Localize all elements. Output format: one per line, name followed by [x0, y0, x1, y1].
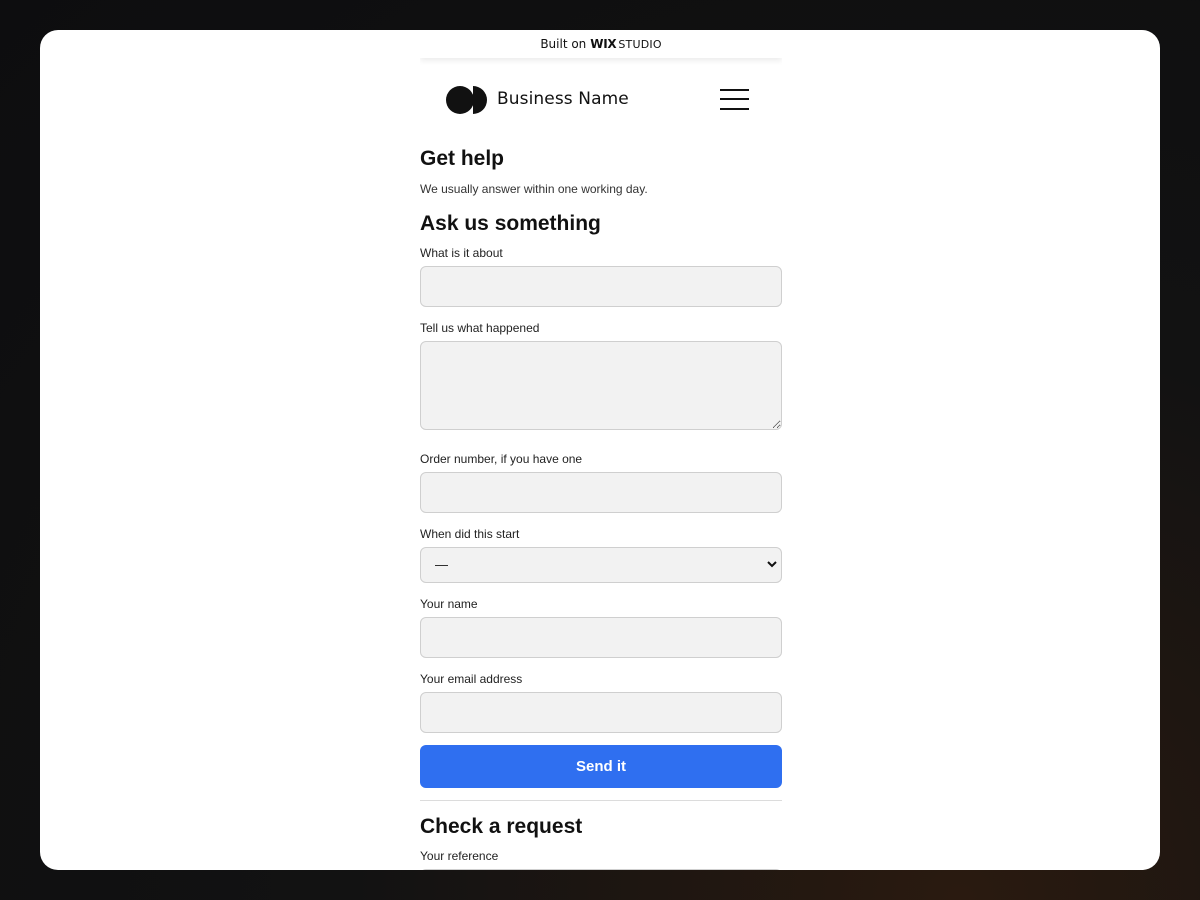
send-button[interactable]: Send it	[420, 745, 782, 788]
happened-label: Tell us what happened	[420, 321, 540, 335]
order-number-input[interactable]	[420, 472, 782, 513]
page-title: Get help	[420, 147, 505, 170]
check-request-heading: Check a request	[420, 815, 583, 838]
wix-logo-studio: STUDIO	[618, 37, 662, 51]
about-input[interactable]	[420, 266, 782, 307]
menu-line	[720, 89, 749, 91]
wix-banner-prefix: Built on	[540, 37, 587, 51]
ask-form-heading: Ask us something	[420, 212, 601, 235]
ask-form: What is it about Tell us what happened O…	[420, 245, 782, 788]
reference-label: Your reference	[420, 849, 499, 863]
menu-line	[720, 98, 749, 100]
browser-page: Built on WIX STUDIO Business Name Get he…	[40, 30, 1160, 870]
logo-half-circle	[473, 86, 487, 114]
start-date-select[interactable]: —	[420, 547, 782, 583]
wix-logo: WIX	[590, 37, 617, 51]
page-intro: We usually answer within one working day…	[420, 182, 648, 196]
logo-circle	[446, 86, 474, 114]
section-divider	[420, 800, 782, 801]
site-column: Built on WIX STUDIO Business Name Get he…	[420, 30, 782, 870]
reference-input[interactable]	[420, 869, 782, 870]
your-name-label: Your name	[420, 597, 478, 611]
logo-icon[interactable]	[446, 86, 488, 114]
email-label: Your email address	[420, 672, 523, 686]
hamburger-menu-icon[interactable]	[720, 88, 749, 112]
start-date-selected[interactable]: —	[420, 547, 782, 583]
start-date-label: When did this start	[420, 527, 520, 541]
your-name-input[interactable]	[420, 617, 782, 658]
about-label: What is it about	[420, 246, 503, 260]
menu-line	[720, 108, 749, 110]
wix-studio-banner[interactable]: Built on WIX STUDIO	[420, 30, 782, 58]
business-name[interactable]: Business Name	[497, 89, 629, 109]
site-header: Business Name	[420, 58, 782, 142]
order-number-label: Order number, if you have one	[420, 452, 583, 466]
happened-textarea[interactable]	[420, 341, 782, 430]
email-input[interactable]	[420, 692, 782, 733]
